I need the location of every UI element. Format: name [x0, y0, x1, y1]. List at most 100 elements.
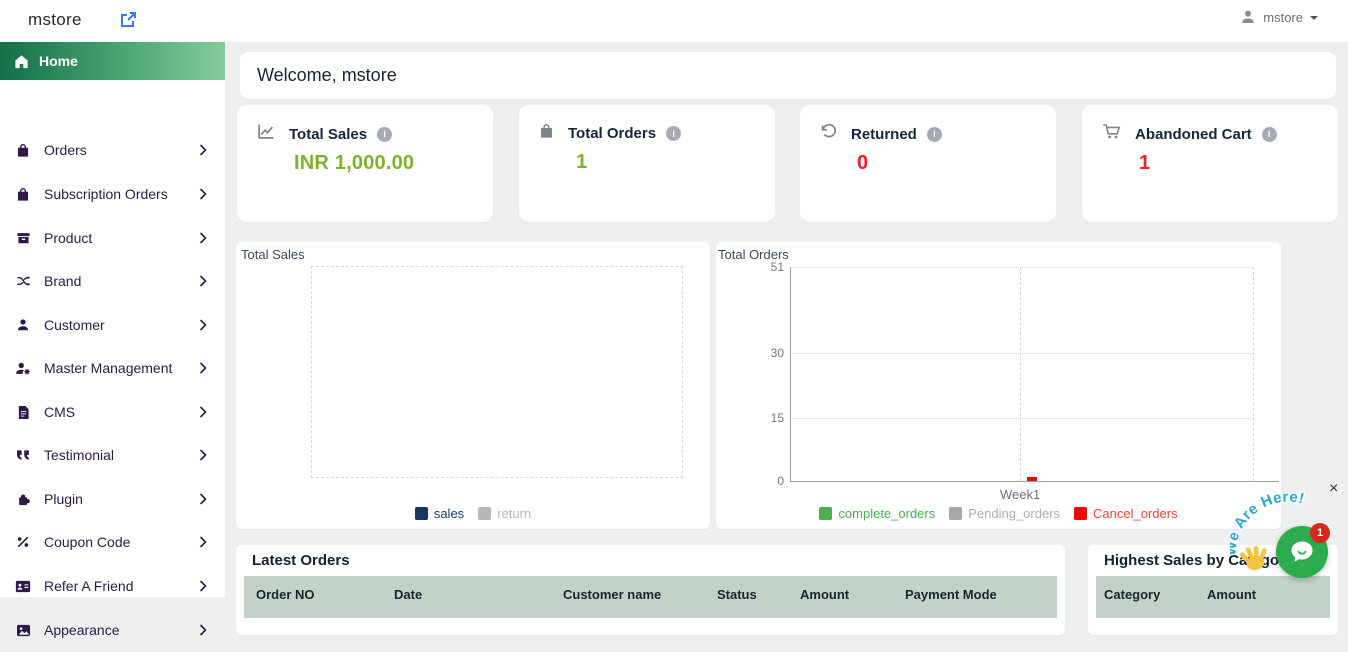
chevron-right-icon [197, 579, 209, 593]
sidebar-item-label: Customer [44, 317, 105, 333]
chevron-right-icon [197, 492, 209, 506]
legend-label: Cancel_orders [1093, 506, 1178, 521]
user-menu[interactable]: mstore [1240, 9, 1318, 25]
stat-label: Abandoned Cart [1135, 126, 1252, 143]
legend-cancel-orders[interactable]: Cancel_orders [1074, 506, 1178, 521]
info-icon[interactable] [1262, 127, 1277, 142]
gridline [790, 418, 1253, 419]
quote-icon [14, 449, 32, 461]
sidebar-item-customer[interactable]: Customer [0, 303, 225, 347]
sidebar-item-label: Refer A Friend [44, 578, 134, 594]
person-icon [1240, 9, 1256, 25]
legend-sales[interactable]: sales [415, 506, 464, 521]
chevron-right-icon [197, 187, 209, 201]
empty-plot-area [311, 266, 683, 478]
chat-bubble-icon [1288, 538, 1316, 566]
column-header: Category [1096, 587, 1207, 602]
topbar: mstore mstore [0, 0, 1348, 42]
legend-swatch [415, 507, 428, 520]
chevron-right-icon [197, 405, 209, 419]
person-icon [14, 318, 32, 332]
sidebar-item-orders[interactable]: Orders [0, 128, 225, 172]
sidebar-item-brand[interactable]: Brand [0, 259, 225, 303]
legend-label: return [497, 506, 531, 521]
close-icon[interactable]: × [1329, 481, 1338, 497]
info-icon[interactable] [666, 126, 681, 141]
gridline [1253, 267, 1254, 481]
gridline [1020, 267, 1021, 481]
bag-icon [14, 187, 32, 202]
page-title: Welcome, mstore [257, 65, 397, 86]
info-icon[interactable] [927, 127, 942, 142]
external-link-icon[interactable] [119, 11, 137, 29]
sidebar-item-label: Master Management [44, 360, 172, 376]
y-tick-label: 0 [754, 474, 784, 488]
sidebar-item-label: Appearance [44, 622, 120, 638]
column-header: Order NO [244, 587, 394, 602]
stat-card-total-sales: Total Sales INR 1,000.00 [237, 105, 493, 222]
rotate-ccw-icon [820, 123, 837, 145]
sidebar-item-coupon-code[interactable]: Coupon Code [0, 520, 225, 564]
image-icon [14, 624, 32, 637]
file-icon [14, 405, 32, 420]
stat-card-abandoned-cart: Abandoned Cart 1 [1082, 105, 1338, 222]
legend-complete-orders[interactable]: complete_orders [819, 506, 935, 521]
sidebar-item-label: Brand [44, 273, 81, 289]
sidebar-item-plugin[interactable]: Plugin [0, 477, 225, 521]
latest-orders-panel: Latest Orders Order NO Date Customer nam… [236, 545, 1065, 635]
sidebar-item-cms[interactable]: CMS [0, 390, 225, 434]
sidebar-item-home[interactable]: Home [0, 42, 225, 80]
chart-title: Total Sales [241, 247, 305, 262]
column-header: Payment Mode [905, 587, 997, 602]
sidebar-item-subscription-orders[interactable]: Subscription Orders [0, 172, 225, 216]
chevron-right-icon [197, 231, 209, 245]
chevron-right-icon [197, 361, 209, 375]
stat-label: Total Sales [289, 126, 367, 143]
user-name: mstore [1263, 10, 1303, 25]
gridline [790, 353, 1253, 354]
sidebar: Home Orders Subscription Orders Product … [0, 42, 225, 597]
info-icon[interactable] [377, 127, 392, 142]
y-axis [790, 267, 791, 481]
sidebar-item-label: Plugin [44, 491, 83, 507]
shuffle-icon [14, 274, 32, 288]
sidebar-item-label: Product [44, 230, 92, 246]
legend-swatch [1074, 507, 1087, 520]
stat-value: 0 [857, 152, 1040, 175]
home-icon [14, 54, 29, 69]
column-header: Date [394, 587, 563, 602]
legend-swatch [949, 507, 962, 520]
section-title: Highest Sales by Category [1104, 552, 1293, 569]
x-axis [790, 481, 1279, 482]
sidebar-item-refer-a-friend[interactable]: Refer A Friend [0, 564, 225, 608]
table-header-row: Category Amount [1096, 576, 1330, 618]
stat-value: INR 1,000.00 [294, 152, 477, 175]
bag-icon [539, 123, 554, 144]
sidebar-item-master-management[interactable]: Master Management [0, 346, 225, 390]
sidebar-item-appearance[interactable]: Appearance [0, 608, 225, 652]
sidebar-item-label: Home [39, 53, 78, 69]
legend-label: Pending_orders [968, 506, 1060, 521]
gridline [790, 267, 1253, 268]
cart-icon [1102, 123, 1121, 145]
brand-logo[interactable]: mstore [28, 10, 82, 30]
x-tick-label: Week1 [1000, 487, 1040, 502]
welcome-card: Welcome, mstore [240, 52, 1336, 99]
legend-pending-orders[interactable]: Pending_orders [949, 506, 1060, 521]
sidebar-item-testimonial[interactable]: Testimonial [0, 433, 225, 477]
chevron-right-icon [197, 535, 209, 549]
legend-return[interactable]: return [478, 506, 531, 521]
column-header: Status [717, 587, 800, 602]
column-header: Amount [1207, 587, 1256, 602]
notification-badge[interactable]: 1 [1310, 523, 1330, 543]
sidebar-item-product[interactable]: Product [0, 216, 225, 260]
section-title: Latest Orders [252, 552, 350, 569]
archive-icon [14, 231, 32, 245]
stat-card-total-orders: Total Orders 1 [519, 105, 775, 222]
sidebar-item-label: CMS [44, 404, 75, 420]
person-gear-icon [14, 361, 32, 376]
y-tick-label: 30 [754, 346, 784, 360]
percent-icon [14, 535, 32, 549]
column-header: Amount [800, 587, 905, 602]
cancel-orders-bar[interactable] [1027, 477, 1037, 481]
